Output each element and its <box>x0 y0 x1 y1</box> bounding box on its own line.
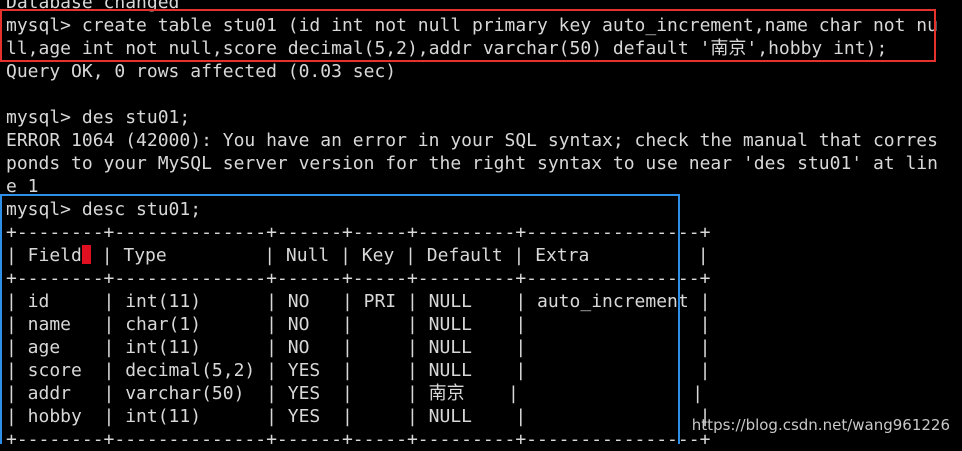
terminal-line: Query OK, 0 rows affected (0.03 sec) <box>6 61 397 82</box>
terminal-window[interactable]: Database changed mysql> create table stu… <box>0 0 962 450</box>
terminal-line: mysql> des stu01; <box>6 107 191 128</box>
terminal-line: ponds to your MySQL server version for t… <box>6 153 938 174</box>
desc-table-highlight-box <box>0 194 680 444</box>
terminal-line: ERROR 1064 (42000): You have an error in… <box>6 130 938 151</box>
create-table-highlight-box <box>0 9 936 62</box>
watermark-url: https://blog.csdn.net/wang961226 <box>691 416 950 434</box>
